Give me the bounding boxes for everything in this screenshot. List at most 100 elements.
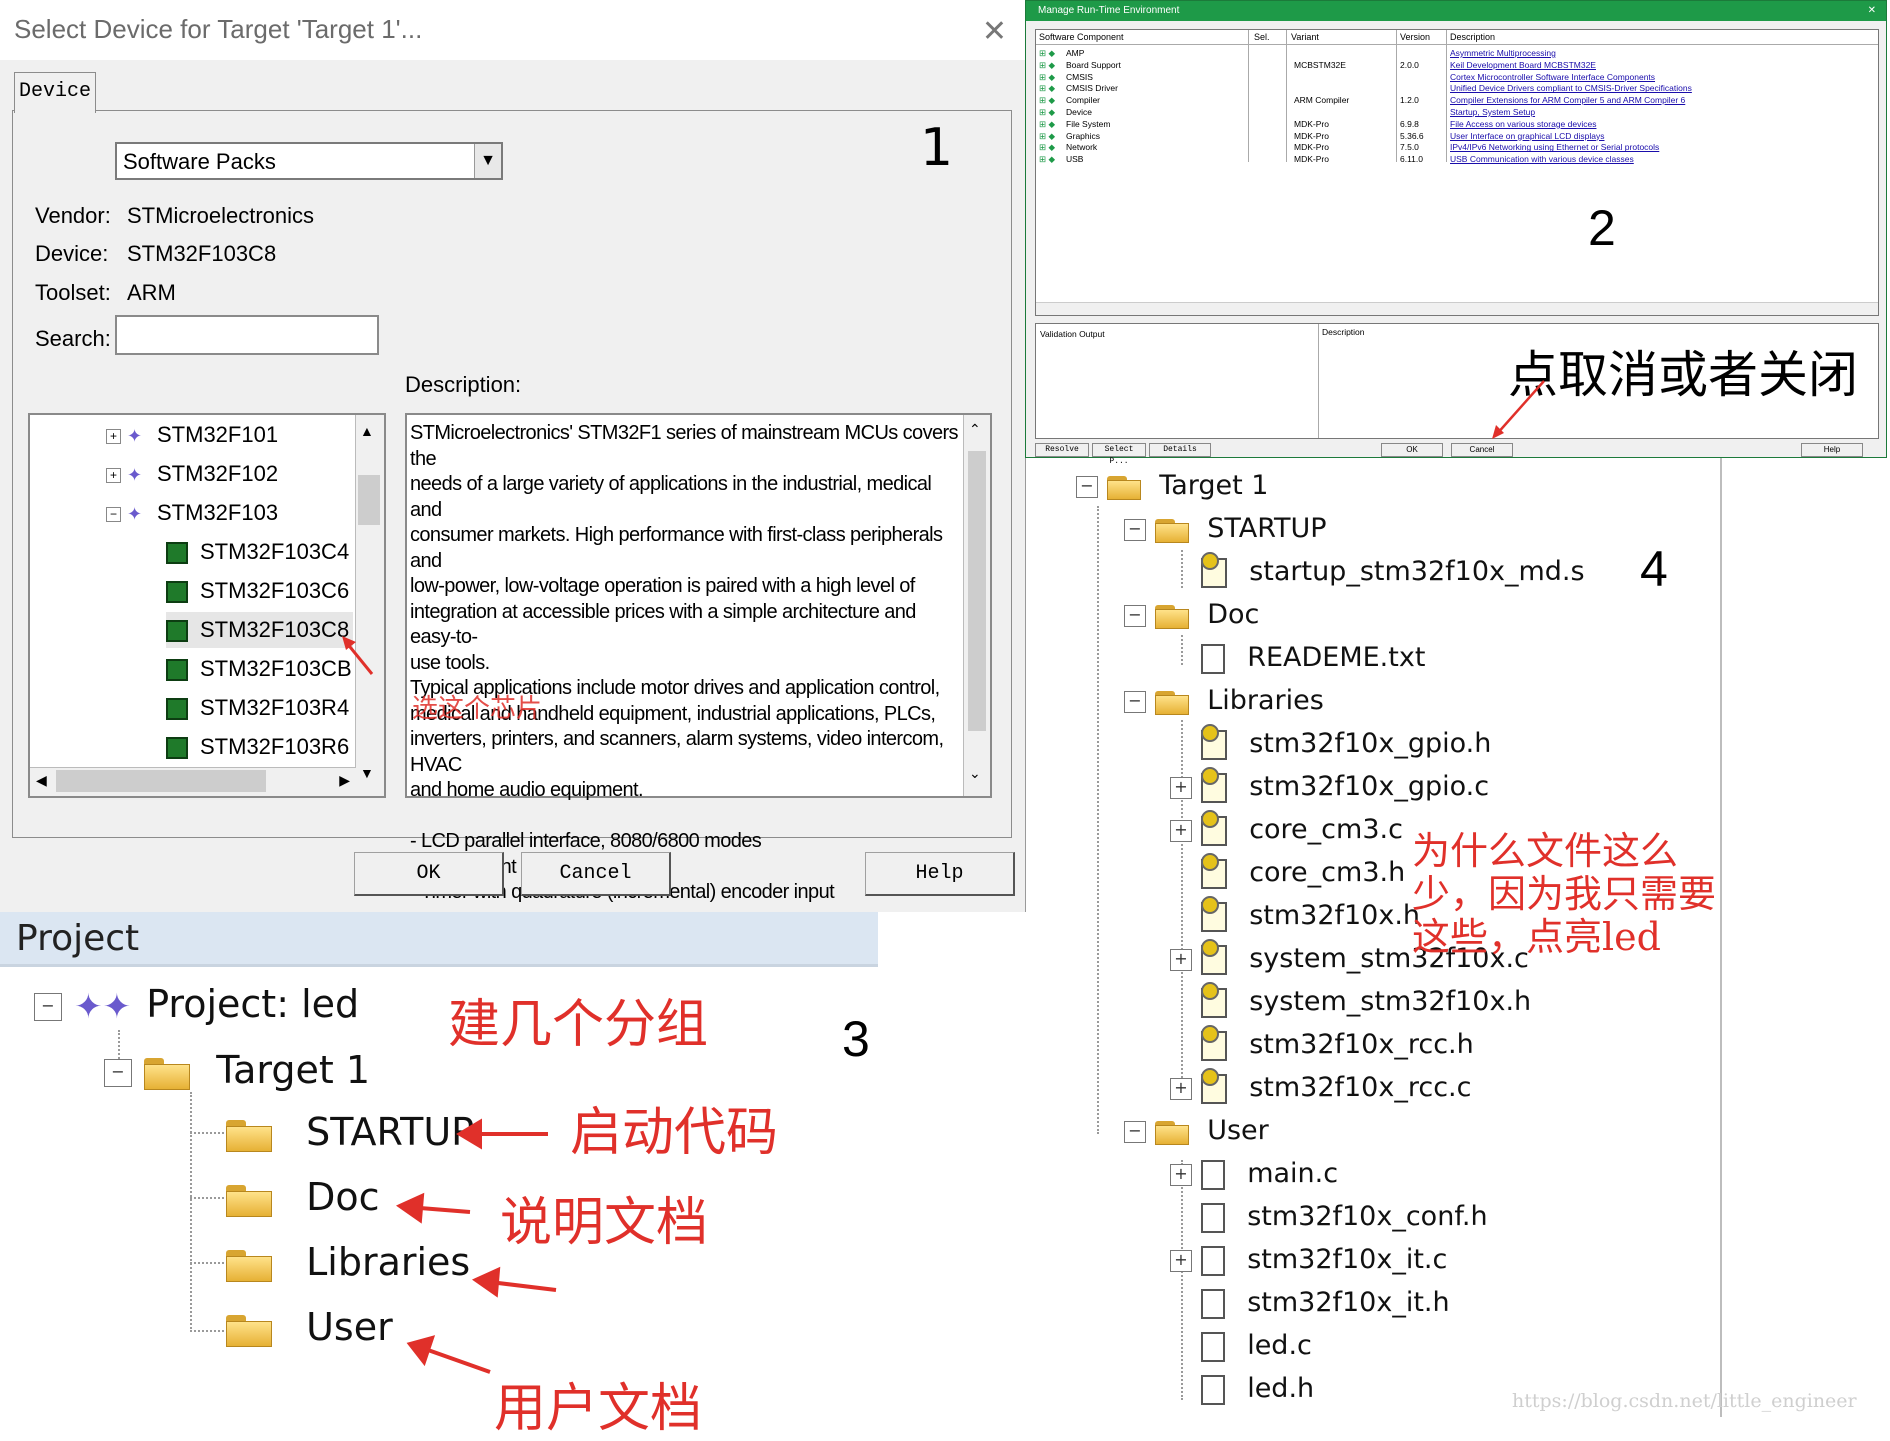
component-icon[interactable]: ⊞ ◆ bbox=[1039, 94, 1055, 106]
description-scrollbar[interactable]: ⌃ ⌄ bbox=[963, 415, 990, 796]
collapse-icon[interactable]: − bbox=[1124, 518, 1146, 541]
component-variant[interactable]: ARM Compiler bbox=[1294, 94, 1349, 106]
file-item[interactable]: stm32f10x.h bbox=[1170, 895, 1420, 932]
collapse-icon[interactable]: − bbox=[1124, 604, 1146, 627]
file-item[interactable]: stm32f10x_conf.h bbox=[1170, 1201, 1488, 1233]
component-icon[interactable]: ⊞ ◆ bbox=[1039, 82, 1055, 94]
collapse-icon[interactable]: − bbox=[1124, 690, 1146, 713]
scroll-thumb[interactable] bbox=[358, 475, 380, 525]
file-item[interactable]: core_cm3.h bbox=[1170, 852, 1405, 889]
tab-device[interactable]: Device bbox=[14, 72, 96, 113]
collapse-icon[interactable]: − bbox=[1124, 1120, 1146, 1143]
tree-device[interactable]: STM32F103R4 bbox=[166, 690, 349, 726]
component-variant[interactable]: MCBSTM32E bbox=[1294, 59, 1346, 71]
collapse-icon[interactable]: − bbox=[1076, 475, 1098, 498]
component-description-link[interactable]: User Interface on graphical LCD displays bbox=[1450, 130, 1605, 142]
component-icon[interactable]: ⊞ ◆ bbox=[1039, 47, 1055, 59]
component-icon[interactable]: ⊞ ◆ bbox=[1039, 130, 1055, 142]
ok-button[interactable]: OK bbox=[354, 852, 504, 896]
expand-icon[interactable]: + bbox=[1170, 819, 1192, 842]
tree-hscrollbar[interactable]: ◀ ▶ bbox=[30, 767, 356, 796]
help-button[interactable]: Help bbox=[865, 852, 1015, 896]
search-input[interactable] bbox=[115, 315, 379, 355]
file-item[interactable]: + stm32f10x_rcc.c bbox=[1170, 1067, 1471, 1104]
component-icon[interactable]: ⊞ ◆ bbox=[1039, 71, 1055, 83]
scroll-thumb[interactable] bbox=[56, 770, 266, 792]
file-item[interactable]: stm32f10x_rcc.h bbox=[1170, 1024, 1474, 1061]
scroll-down-icon[interactable]: ⌄ bbox=[969, 765, 981, 782]
tree-device[interactable]: STM32F103C6 bbox=[166, 573, 349, 609]
component-name[interactable]: Device bbox=[1066, 106, 1092, 118]
component-icon[interactable]: ⊞ ◆ bbox=[1039, 118, 1055, 130]
component-name[interactable]: CMSIS Driver bbox=[1066, 82, 1118, 94]
chevron-down-icon[interactable]: ▼ bbox=[474, 144, 501, 178]
cancel-button[interactable]: Cancel bbox=[1451, 443, 1513, 457]
file-item[interactable]: led.h bbox=[1170, 1373, 1314, 1405]
component-icon[interactable]: ⊞ ◆ bbox=[1039, 141, 1055, 153]
tree-device[interactable]: STM32F103CB bbox=[166, 651, 352, 687]
tree-device[interactable]: STM32F103C4 bbox=[166, 534, 349, 570]
scroll-right-icon[interactable]: ▶ bbox=[339, 772, 350, 789]
cancel-button[interactable]: Cancel bbox=[521, 852, 671, 896]
close-icon[interactable]: ✕ bbox=[982, 14, 1007, 49]
group-user[interactable]: User bbox=[226, 1305, 393, 1349]
file-item[interactable]: READEME.txt bbox=[1170, 642, 1425, 674]
project-root[interactable]: − ✦✦ Project: led bbox=[34, 982, 359, 1027]
file-item[interactable]: startup_stm32f10x_md.s bbox=[1170, 551, 1585, 588]
expand-icon[interactable]: + bbox=[1170, 776, 1192, 799]
file-item[interactable]: + core_cm3.c bbox=[1170, 809, 1403, 846]
component-description-link[interactable]: File Access on various storage devices bbox=[1450, 118, 1596, 130]
group-doc[interactable]: Doc bbox=[226, 1175, 380, 1219]
component-description-link[interactable]: Keil Development Board MCBSTM32E bbox=[1450, 59, 1596, 71]
tree-group-stm32f103[interactable]: − ✦ STM32F103 bbox=[106, 495, 278, 531]
ok-button[interactable]: OK bbox=[1381, 443, 1443, 457]
target-node[interactable]: − Target 1 bbox=[104, 1048, 370, 1092]
component-description-link[interactable]: Compiler Extensions for ARM Compiler 5 a… bbox=[1450, 94, 1685, 106]
component-name[interactable]: Graphics bbox=[1066, 130, 1100, 142]
expand-icon[interactable]: + bbox=[1170, 1163, 1192, 1186]
scroll-up-icon[interactable]: ⌃ bbox=[969, 421, 981, 438]
collapse-icon[interactable]: − bbox=[106, 506, 121, 522]
help-button[interactable]: Help bbox=[1801, 443, 1863, 457]
component-name[interactable]: Compiler bbox=[1066, 94, 1100, 106]
file-item[interactable]: system_stm32f10x.h bbox=[1170, 981, 1531, 1018]
close-icon[interactable]: ✕ bbox=[1868, 1, 1876, 21]
component-name[interactable]: Board Support bbox=[1066, 59, 1121, 71]
file-item[interactable]: led.c bbox=[1170, 1330, 1312, 1362]
component-description-link[interactable]: USB Communication with various device cl… bbox=[1450, 153, 1634, 165]
resolve-button[interactable]: Resolve bbox=[1035, 443, 1089, 457]
component-icon[interactable]: ⊞ ◆ bbox=[1039, 153, 1055, 165]
target-node[interactable]: − Target 1 bbox=[1076, 470, 1268, 501]
component-icon[interactable]: ⊞ ◆ bbox=[1039, 106, 1055, 118]
tree-device-selected[interactable]: STM32F103C8 bbox=[166, 612, 354, 648]
tree-device[interactable]: STM32F103R6 bbox=[166, 729, 349, 765]
component-description-link[interactable]: IPv4/IPv6 Networking using Ethernet or S… bbox=[1450, 141, 1659, 153]
file-item[interactable]: + stm32f10x_gpio.c bbox=[1170, 766, 1489, 803]
component-variant[interactable]: MDK-Pro bbox=[1294, 130, 1329, 142]
expand-icon[interactable]: + bbox=[1170, 948, 1192, 971]
tree-group-stm32f102[interactable]: + ✦ STM32F102 bbox=[106, 456, 278, 492]
component-variant[interactable]: MDK-Pro bbox=[1294, 141, 1329, 153]
component-name[interactable]: File System bbox=[1066, 118, 1110, 130]
details-button[interactable]: Details bbox=[1149, 443, 1211, 457]
tree-scrollbar[interactable]: ▲ ▼ bbox=[355, 415, 384, 796]
component-description-link[interactable]: Cortex Microcontroller Software Interfac… bbox=[1450, 71, 1655, 83]
collapse-icon[interactable]: − bbox=[34, 992, 62, 1021]
component-icon[interactable]: ⊞ ◆ bbox=[1039, 59, 1055, 71]
tree-group-stm32f101[interactable]: + ✦ STM32F101 bbox=[106, 417, 278, 453]
expand-icon[interactable]: + bbox=[1170, 1249, 1192, 1272]
file-item[interactable]: + stm32f10x_it.c bbox=[1170, 1244, 1447, 1276]
expand-icon[interactable]: + bbox=[1170, 1077, 1192, 1100]
expand-icon[interactable]: + bbox=[106, 467, 121, 483]
component-name[interactable]: CMSIS bbox=[1066, 71, 1093, 83]
group-startup[interactable]: − STARTUP bbox=[1124, 513, 1327, 544]
expand-icon[interactable]: + bbox=[106, 428, 121, 444]
component-name[interactable]: USB bbox=[1066, 153, 1083, 165]
group-libraries[interactable]: − Libraries bbox=[1124, 685, 1324, 716]
component-description-link[interactable]: Startup, System Setup bbox=[1450, 106, 1535, 118]
scroll-thumb[interactable] bbox=[968, 451, 986, 731]
scroll-left-icon[interactable]: ◀ bbox=[36, 772, 47, 789]
group-doc[interactable]: − Doc bbox=[1124, 599, 1259, 630]
file-item[interactable]: stm32f10x_gpio.h bbox=[1170, 723, 1491, 760]
select-packs-button[interactable]: Select P... bbox=[1092, 443, 1146, 466]
